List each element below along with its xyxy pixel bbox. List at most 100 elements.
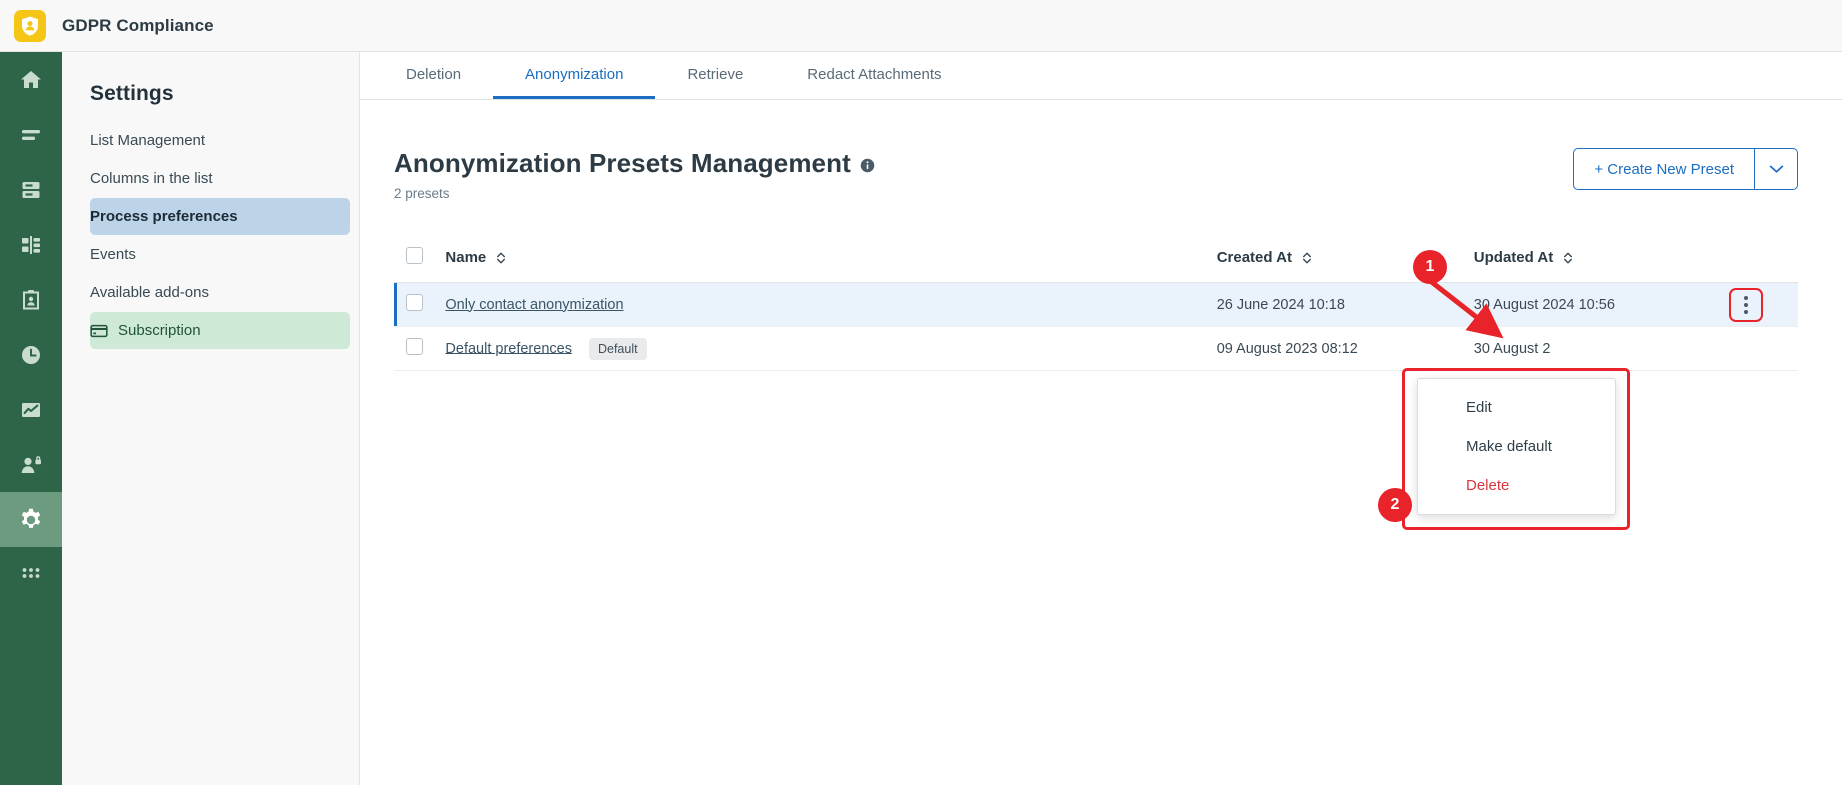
rail-item-home[interactable] <box>0 52 62 107</box>
table-row[interactable]: Default preferences Default 09 August 20… <box>394 326 1798 371</box>
row-updated-cell: 30 August 2024 10:56 <box>1473 282 1731 327</box>
row-checkbox[interactable] <box>406 338 423 355</box>
select-all-header <box>394 247 446 283</box>
status-badge: Default <box>588 337 647 360</box>
tab-redact-attachments[interactable]: Redact Attachments <box>775 52 973 99</box>
rail-item-apps[interactable] <box>0 547 62 602</box>
settings-heading: Settings <box>90 82 174 105</box>
row-created-cell: 26 June 2024 10:18 <box>1216 282 1474 327</box>
presets-table: Name Created At Updated At Only contact … <box>394 247 1798 371</box>
sidebar-item-list-management[interactable]: List Management <box>90 122 350 159</box>
rail-item-privacy[interactable] <box>0 437 62 492</box>
sidebar-item-process-preferences[interactable]: Process preferences <box>90 198 350 235</box>
tab-label: Retrieve <box>687 65 744 83</box>
sidebar-item-label: Subscription <box>118 322 201 339</box>
preset-name-link[interactable]: Only contact anonymization <box>445 297 623 313</box>
sidebar-item-label: Columns in the list <box>90 170 213 187</box>
content-area: Anonymization Presets Management 2 prese… <box>360 100 1842 530</box>
sidebar-item-label: Events <box>90 246 136 263</box>
annotation-badge-1: 1 <box>1413 250 1447 284</box>
sidebar-item-label: Process preferences <box>90 208 238 225</box>
context-menu-item-delete[interactable]: Delete <box>1418 466 1615 505</box>
column-header-name[interactable]: Name <box>445 247 1217 283</box>
tab-label: Redact Attachments <box>807 65 942 83</box>
column-header-updated-at[interactable]: Updated At <box>1473 247 1731 283</box>
context-menu-item-make-default[interactable]: Make default <box>1418 427 1615 466</box>
preset-name-link[interactable]: Default preferences <box>445 340 572 356</box>
settings-panel: Settings List Management Columns in the … <box>62 52 360 785</box>
user-lock-icon <box>19 453 43 477</box>
sort-arrows-icon[interactable] <box>1302 251 1312 265</box>
row-created-cell: 09 August 2023 08:12 <box>1216 326 1474 371</box>
dot <box>1743 309 1748 314</box>
rail-item-lists[interactable] <box>0 107 62 162</box>
tab-bar: Deletion Anonymization Retrieve Redact A… <box>360 52 1842 100</box>
home-icon <box>19 68 43 92</box>
top-bar: GDPR Compliance <box>0 0 1842 52</box>
sidebar-item-columns-in-the-list[interactable]: Columns in the list <box>90 160 350 197</box>
sidebar-item-available-add-ons[interactable]: Available add-ons <box>90 274 350 311</box>
rail-item-history[interactable] <box>0 327 62 382</box>
row-name-cell: Default preferences Default <box>445 326 1217 371</box>
column-header-label: Updated At <box>1473 249 1554 266</box>
page-title-block: Anonymization Presets Management 2 prese… <box>394 148 875 201</box>
grid-apps-icon <box>19 563 43 587</box>
clipboard-user-icon <box>19 288 43 312</box>
sort-arrows-icon[interactable] <box>1563 251 1573 265</box>
column-header-actions <box>1730 247 1798 283</box>
row-context-menu: Edit Make default Delete <box>1417 378 1616 515</box>
rail-item-database[interactable] <box>0 162 62 217</box>
select-all-checkbox[interactable] <box>406 247 423 264</box>
tab-deletion[interactable]: Deletion <box>374 52 493 99</box>
dot <box>1743 295 1748 300</box>
sort-arrows-icon[interactable] <box>496 251 506 265</box>
table-body: Only contact anonymization 26 June 2024 … <box>394 282 1798 371</box>
icon-rail <box>0 52 62 785</box>
context-menu-item-edit[interactable]: Edit <box>1418 388 1615 427</box>
annotation-badge-2: 2 <box>1378 488 1412 522</box>
column-header-label: Created At <box>1216 249 1292 266</box>
clock-icon <box>19 343 43 367</box>
row-updated-cell: 30 August 2 <box>1473 326 1731 371</box>
dot <box>1743 302 1748 307</box>
column-header-label: Name <box>445 249 487 266</box>
sidebar-item-label: List Management <box>90 132 206 149</box>
chart-icon <box>19 398 43 422</box>
rail-item-reports[interactable] <box>0 382 62 437</box>
row-select-cell <box>394 282 446 327</box>
flow-icon <box>19 233 43 257</box>
create-preset-group: + Create New Preset <box>1573 148 1798 190</box>
tab-anonymization[interactable]: Anonymization <box>493 52 656 99</box>
chevron-down-icon <box>1769 164 1784 174</box>
table-row[interactable]: Only contact anonymization 26 June 2024 … <box>394 282 1798 327</box>
sidebar-item-label: Available add-ons <box>90 284 209 301</box>
rail-item-settings[interactable] <box>0 492 62 547</box>
settings-nav-list: List Management Columns in the list Proc… <box>62 122 359 349</box>
app-root: GDPR Compliance Settings List Management… <box>0 0 1842 785</box>
create-new-preset-button[interactable]: + Create New Preset <box>1573 148 1754 190</box>
row-actions-cell <box>1730 326 1798 371</box>
main-content: Deletion Anonymization Retrieve Redact A… <box>360 52 1842 785</box>
app-title: GDPR Compliance <box>62 15 214 35</box>
create-preset-dropdown-toggle[interactable] <box>1754 148 1798 190</box>
gear-icon <box>18 507 44 533</box>
row-actions-kebab-menu-icon[interactable] <box>1728 287 1763 322</box>
page-title-text: Anonymization Presets Management <box>394 148 851 178</box>
sidebar-item-subscription[interactable]: Subscription <box>90 312 350 349</box>
tab-label: Deletion <box>406 65 462 83</box>
page-header: Anonymization Presets Management 2 prese… <box>394 148 1798 201</box>
row-checkbox[interactable] <box>406 294 423 311</box>
tab-retrieve[interactable]: Retrieve <box>655 52 775 99</box>
database-icon <box>19 178 43 202</box>
page-title: Anonymization Presets Management <box>394 148 875 179</box>
rail-item-requests[interactable] <box>0 272 62 327</box>
shield-user-icon <box>14 9 46 42</box>
rail-item-processes[interactable] <box>0 217 62 272</box>
row-select-cell <box>394 326 446 371</box>
info-circle-icon[interactable] <box>860 158 875 173</box>
table-header-row: Name Created At Updated At <box>394 247 1798 283</box>
row-name-cell: Only contact anonymization <box>445 282 1217 327</box>
row-actions-cell <box>1728 282 1798 327</box>
sidebar-item-events[interactable]: Events <box>90 236 350 273</box>
table-header: Name Created At Updated At <box>394 247 1798 283</box>
